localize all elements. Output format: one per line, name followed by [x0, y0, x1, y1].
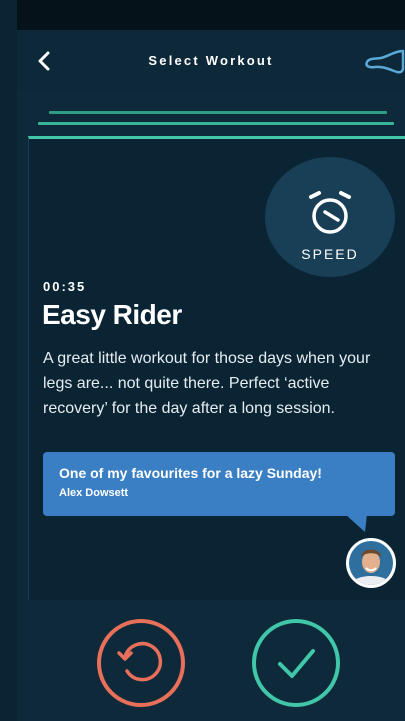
comment-quote: One of my favourites for a lazy Sunday! [59, 465, 322, 481]
bike-settings-button[interactable] [365, 48, 405, 76]
status-bar [17, 0, 405, 30]
page-title: Select Workout [148, 53, 274, 68]
comment-bubble: One of my favourites for a lazy Sunday! … [43, 452, 395, 516]
confirm-button[interactable] [252, 619, 340, 707]
card-stack-back [49, 111, 387, 114]
category-badge: SPEED [265, 157, 395, 277]
person-photo-icon [349, 541, 393, 585]
category-label: SPEED [301, 246, 359, 262]
workout-duration: 00:35 [43, 279, 87, 294]
workout-card[interactable]: SPEED 00:35 Easy Rider A great little wo… [28, 136, 405, 600]
left-rail [0, 0, 17, 721]
comment-author: Alex Dowsett [59, 487, 129, 499]
stopwatch-icon [309, 191, 351, 234]
workout-title: Easy Rider [42, 299, 182, 330]
workout-description: A great little workout for those days wh… [43, 350, 371, 417]
app-header: Select Workout [17, 30, 405, 92]
avatar[interactable] [346, 538, 396, 588]
check-icon [278, 649, 315, 678]
restart-icon [117, 641, 163, 682]
card-stack-middle [38, 122, 394, 125]
reset-button[interactable] [97, 619, 185, 707]
bubble-tail [345, 514, 367, 532]
bike-saddle-icon [365, 49, 405, 74]
